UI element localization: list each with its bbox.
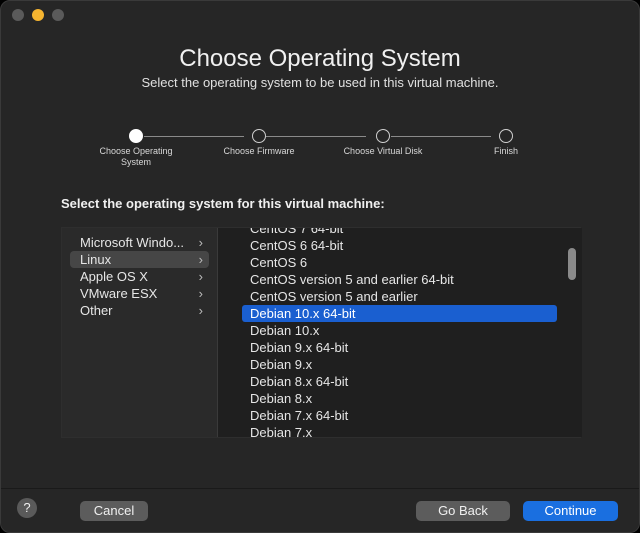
wizard-progress: Choose Operating System Choose Firmware …	[96, 129, 556, 189]
close-window-button[interactable]	[12, 9, 24, 21]
window-controls	[12, 9, 64, 21]
go-back-button[interactable]: Go Back	[416, 501, 510, 521]
step-dot	[129, 129, 143, 143]
os-item[interactable]: Debian 7.x	[242, 424, 557, 437]
category-list: Microsoft Windo... › Linux › Apple OS X …	[62, 228, 218, 437]
category-label: Apple OS X	[80, 269, 148, 284]
step-dot	[376, 129, 390, 143]
category-item-other[interactable]: Other ›	[70, 302, 209, 319]
os-item[interactable]: Debian 8.x	[242, 390, 557, 407]
chevron-right-icon: ›	[198, 269, 203, 284]
category-label: Microsoft Windo...	[80, 235, 185, 250]
os-item[interactable]: CentOS 6 64-bit	[242, 237, 557, 254]
category-item-osx[interactable]: Apple OS X ›	[70, 268, 209, 285]
chevron-right-icon: ›	[198, 303, 203, 318]
step-label: Choose Firmware	[223, 146, 295, 156]
step-choose-os: Choose Operating System	[96, 129, 176, 168]
chevron-right-icon: ›	[198, 286, 203, 301]
chevron-right-icon: ›	[198, 235, 203, 250]
os-item[interactable]: Debian 8.x 64-bit	[242, 373, 557, 390]
os-version-items: CentOS 7 64-bit CentOS 6 64-bit CentOS 6…	[242, 228, 557, 437]
category-label: Other	[80, 303, 113, 318]
os-prompt-label: Select the operating system for this vir…	[61, 196, 385, 211]
os-item[interactable]: Debian 9.x	[242, 356, 557, 373]
step-choose-firmware: Choose Firmware	[219, 129, 299, 157]
category-label: VMware ESX	[80, 286, 158, 301]
step-label: Choose Operating System	[99, 146, 173, 167]
os-item[interactable]: CentOS 6	[242, 254, 557, 271]
page-subtitle: Select the operating system to be used i…	[141, 75, 499, 90]
minimize-window-button[interactable]	[32, 9, 44, 21]
step-label: Choose Virtual Disk	[343, 146, 423, 156]
continue-button[interactable]: Continue	[523, 501, 618, 521]
category-item-esx[interactable]: VMware ESX ›	[70, 285, 209, 302]
os-item[interactable]: Debian 10.x	[242, 322, 557, 339]
chevron-right-icon: ›	[198, 252, 203, 267]
vm-wizard-window: Choose Operating System Select the opera…	[0, 0, 640, 533]
cancel-button[interactable]: Cancel	[80, 501, 148, 521]
os-item-selected[interactable]: Debian 10.x 64-bit	[242, 305, 557, 322]
step-choose-disk: Choose Virtual Disk	[343, 129, 423, 157]
os-item[interactable]: CentOS 7 64-bit	[242, 228, 557, 237]
os-item[interactable]: CentOS version 5 and earlier	[242, 288, 557, 305]
scrollbar-thumb[interactable]	[568, 248, 576, 280]
os-item[interactable]: CentOS version 5 and earlier 64-bit	[242, 271, 557, 288]
step-dot	[252, 129, 266, 143]
category-item-linux[interactable]: Linux ›	[70, 251, 209, 268]
step-dot	[499, 129, 513, 143]
step-finish: Finish	[466, 129, 546, 157]
page-title: Choose Operating System	[179, 45, 461, 72]
os-item[interactable]: Debian 7.x 64-bit	[242, 407, 557, 424]
os-item[interactable]: Debian 9.x 64-bit	[242, 339, 557, 356]
os-version-list[interactable]: CentOS 7 64-bit CentOS 6 64-bit CentOS 6…	[232, 228, 582, 437]
category-item-windows[interactable]: Microsoft Windo... ›	[70, 234, 209, 251]
help-icon[interactable]: ?	[17, 498, 37, 518]
category-label: Linux	[80, 252, 112, 267]
step-label: Finish	[493, 146, 518, 156]
os-chooser: Microsoft Windo... › Linux › Apple OS X …	[61, 227, 582, 438]
maximize-window-button[interactable]	[52, 9, 64, 21]
